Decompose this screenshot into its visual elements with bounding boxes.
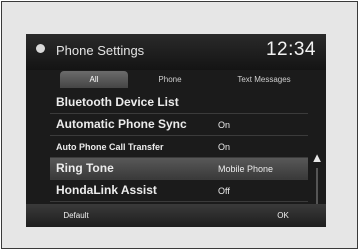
- bottom-bar: Default OK: [26, 204, 326, 227]
- list-item-label: Ring Tone: [56, 161, 114, 175]
- ok-button[interactable]: OK: [252, 207, 314, 224]
- tab-bar: All Phone Text Messages: [52, 71, 320, 88]
- list-item-label: Auto Phone Call Transfer: [56, 142, 164, 152]
- list-item-value: Mobile Phone: [218, 164, 274, 174]
- list-item-ring-tone[interactable]: Ring Tone Mobile Phone: [50, 158, 308, 180]
- clock: 12:34: [265, 39, 316, 60]
- phone-settings-icon: [36, 44, 45, 53]
- default-button[interactable]: Default: [40, 207, 112, 224]
- list-item-value: Off: [218, 186, 230, 196]
- tab-phone[interactable]: Phone: [138, 71, 202, 88]
- list-item-bluetooth-device-list[interactable]: Bluetooth Device List: [50, 92, 308, 114]
- tab-all[interactable]: All: [60, 71, 128, 88]
- tab-text-messages[interactable]: Text Messages: [212, 71, 316, 88]
- list-item-value: On: [218, 120, 231, 130]
- list-item-automatic-phone-sync[interactable]: Automatic Phone Sync On: [50, 114, 308, 136]
- settings-list: Bluetooth Device List Automatic Phone Sy…: [26, 90, 326, 224]
- list-item-auto-phone-call-transfer[interactable]: Auto Phone Call Transfer On: [50, 136, 308, 158]
- list-item-hondalink-assist[interactable]: HondaLink Assist Off: [50, 180, 308, 202]
- infotainment-screen: Phone Settings 12:34 All Phone Text Mess…: [26, 34, 326, 227]
- list-item-value: On: [218, 142, 231, 152]
- figure-frame: Phone Settings 12:34 All Phone Text Mess…: [1, 1, 358, 249]
- list-item-label: HondaLink Assist: [56, 183, 157, 197]
- list-item-label: Bluetooth Device List: [56, 95, 179, 109]
- double-chevron-up-icon[interactable]: ▲: [310, 150, 324, 166]
- header-bar: Phone Settings 12:34: [26, 34, 326, 70]
- page-title: Phone Settings: [56, 43, 145, 58]
- list-item-label: Automatic Phone Sync: [56, 117, 187, 131]
